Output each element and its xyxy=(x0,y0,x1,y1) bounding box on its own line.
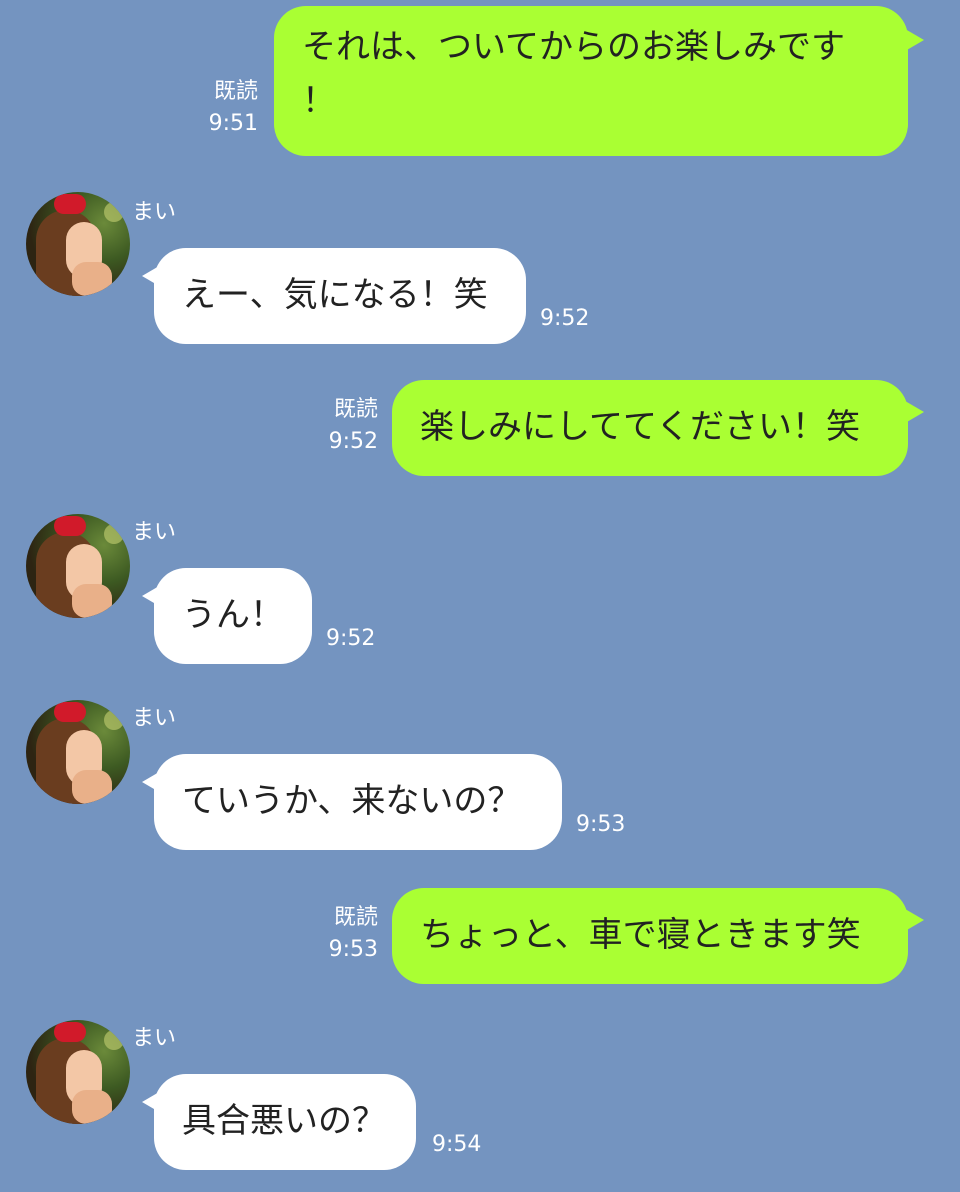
sender-name: まい xyxy=(132,706,177,731)
contact-avatar[interactable] xyxy=(26,514,130,618)
outgoing-message-bubble[interactable]: それは、ついてからのお楽しみです ！ xyxy=(274,6,908,156)
incoming-message-bubble[interactable]: うん！ xyxy=(154,568,312,664)
sender-name: まい xyxy=(132,1026,177,1051)
sender-name: まい xyxy=(132,200,177,225)
incoming-message-bubble[interactable]: えー、気になる！笑 xyxy=(154,248,526,344)
read-label: 既読 xyxy=(333,397,378,422)
contact-avatar[interactable] xyxy=(26,192,130,296)
message-time: 9:52 xyxy=(326,626,376,651)
message-time: 9:51 xyxy=(208,111,258,136)
incoming-message-bubble[interactable]: ていうか、来ないの？ xyxy=(154,754,562,850)
chat-view: 既読 9:51 それは、ついてからのお楽しみです ！ まい えー、気になる！笑 … xyxy=(0,0,960,1192)
message-time: 9:52 xyxy=(328,429,378,454)
bubble-tail xyxy=(900,906,924,934)
message-time: 9:53 xyxy=(328,937,378,962)
read-receipt: 既読 9:51 xyxy=(196,76,258,140)
read-receipt: 既読 9:52 xyxy=(316,394,378,458)
message-time: 9:53 xyxy=(576,812,626,837)
read-label: 既読 xyxy=(213,79,258,104)
read-label: 既読 xyxy=(333,905,378,930)
outgoing-message-bubble[interactable]: ちょっと、車で寝ときます笑 xyxy=(392,888,908,984)
bubble-tail xyxy=(900,26,924,54)
sender-name: まい xyxy=(132,520,177,545)
incoming-message-bubble[interactable]: 具合悪いの？ xyxy=(154,1074,416,1170)
contact-avatar[interactable] xyxy=(26,1020,130,1124)
bubble-tail xyxy=(900,398,924,426)
message-time: 9:52 xyxy=(540,306,590,331)
outgoing-message-bubble[interactable]: 楽しみにしててください！笑 xyxy=(392,380,908,476)
read-receipt: 既読 9:53 xyxy=(316,902,378,966)
contact-avatar[interactable] xyxy=(26,700,130,804)
message-time: 9:54 xyxy=(432,1132,482,1157)
